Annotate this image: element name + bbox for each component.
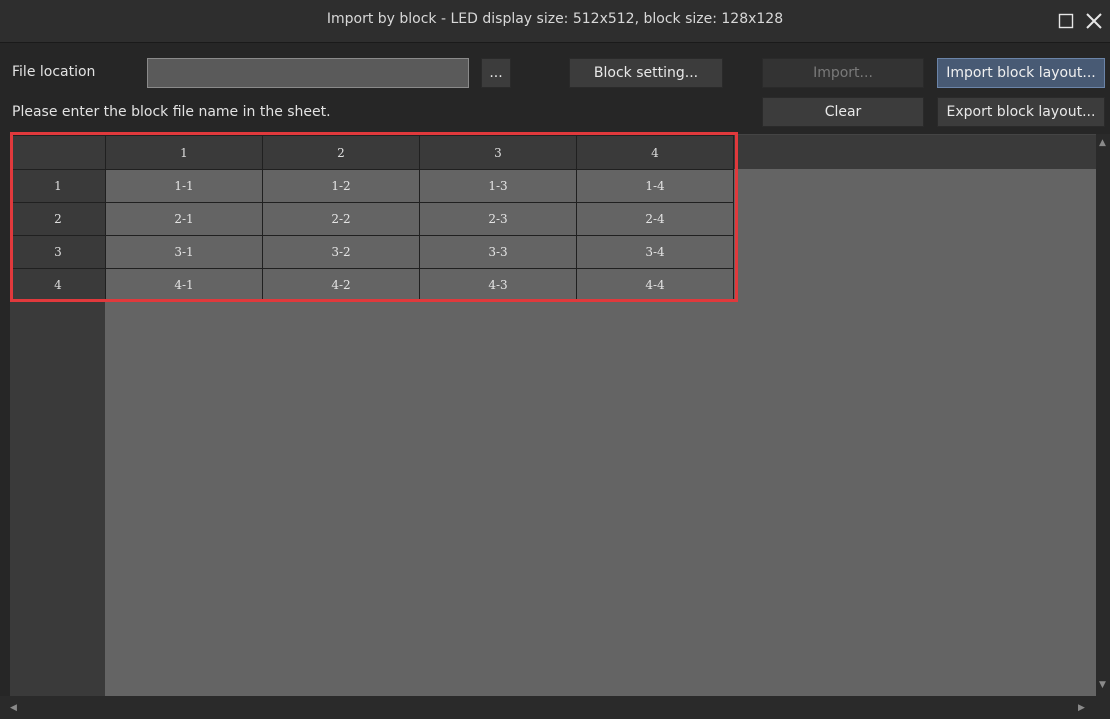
scroll-left-icon[interactable]: ◀ — [10, 703, 17, 713]
import-by-block-window: Import by block - LED display size: 512x… — [0, 0, 1110, 719]
scroll-right-icon[interactable]: ▶ — [1078, 703, 1085, 713]
vertical-scrollbar[interactable]: ▲ ▼ — [1096, 134, 1110, 696]
block-setting-button[interactable]: Block setting... — [569, 58, 723, 88]
export-block-layout-button[interactable]: Export block layout... — [937, 97, 1105, 127]
highlight-box — [10, 132, 738, 302]
maximize-button[interactable] — [1052, 7, 1080, 35]
import-block-layout-button[interactable]: Import block layout... — [937, 58, 1105, 88]
title-bar: Import by block - LED display size: 512x… — [0, 0, 1110, 43]
file-location-label: File location — [12, 64, 96, 80]
close-icon — [1086, 13, 1102, 29]
close-button[interactable] — [1080, 7, 1108, 35]
file-location-input[interactable] — [147, 58, 469, 88]
clear-button[interactable]: Clear — [762, 97, 924, 127]
scroll-up-icon[interactable]: ▲ — [1099, 138, 1106, 148]
scroll-down-icon[interactable]: ▼ — [1099, 680, 1106, 690]
browse-button[interactable]: ... — [481, 58, 511, 88]
window-title: Import by block - LED display size: 512x… — [326, 11, 784, 27]
import-button[interactable]: Import... — [762, 58, 924, 88]
horizontal-scrollbar[interactable]: ◀ ▶ — [0, 696, 1110, 719]
hint-text: Please enter the block file name in the … — [12, 104, 331, 120]
maximize-icon — [1058, 13, 1074, 29]
